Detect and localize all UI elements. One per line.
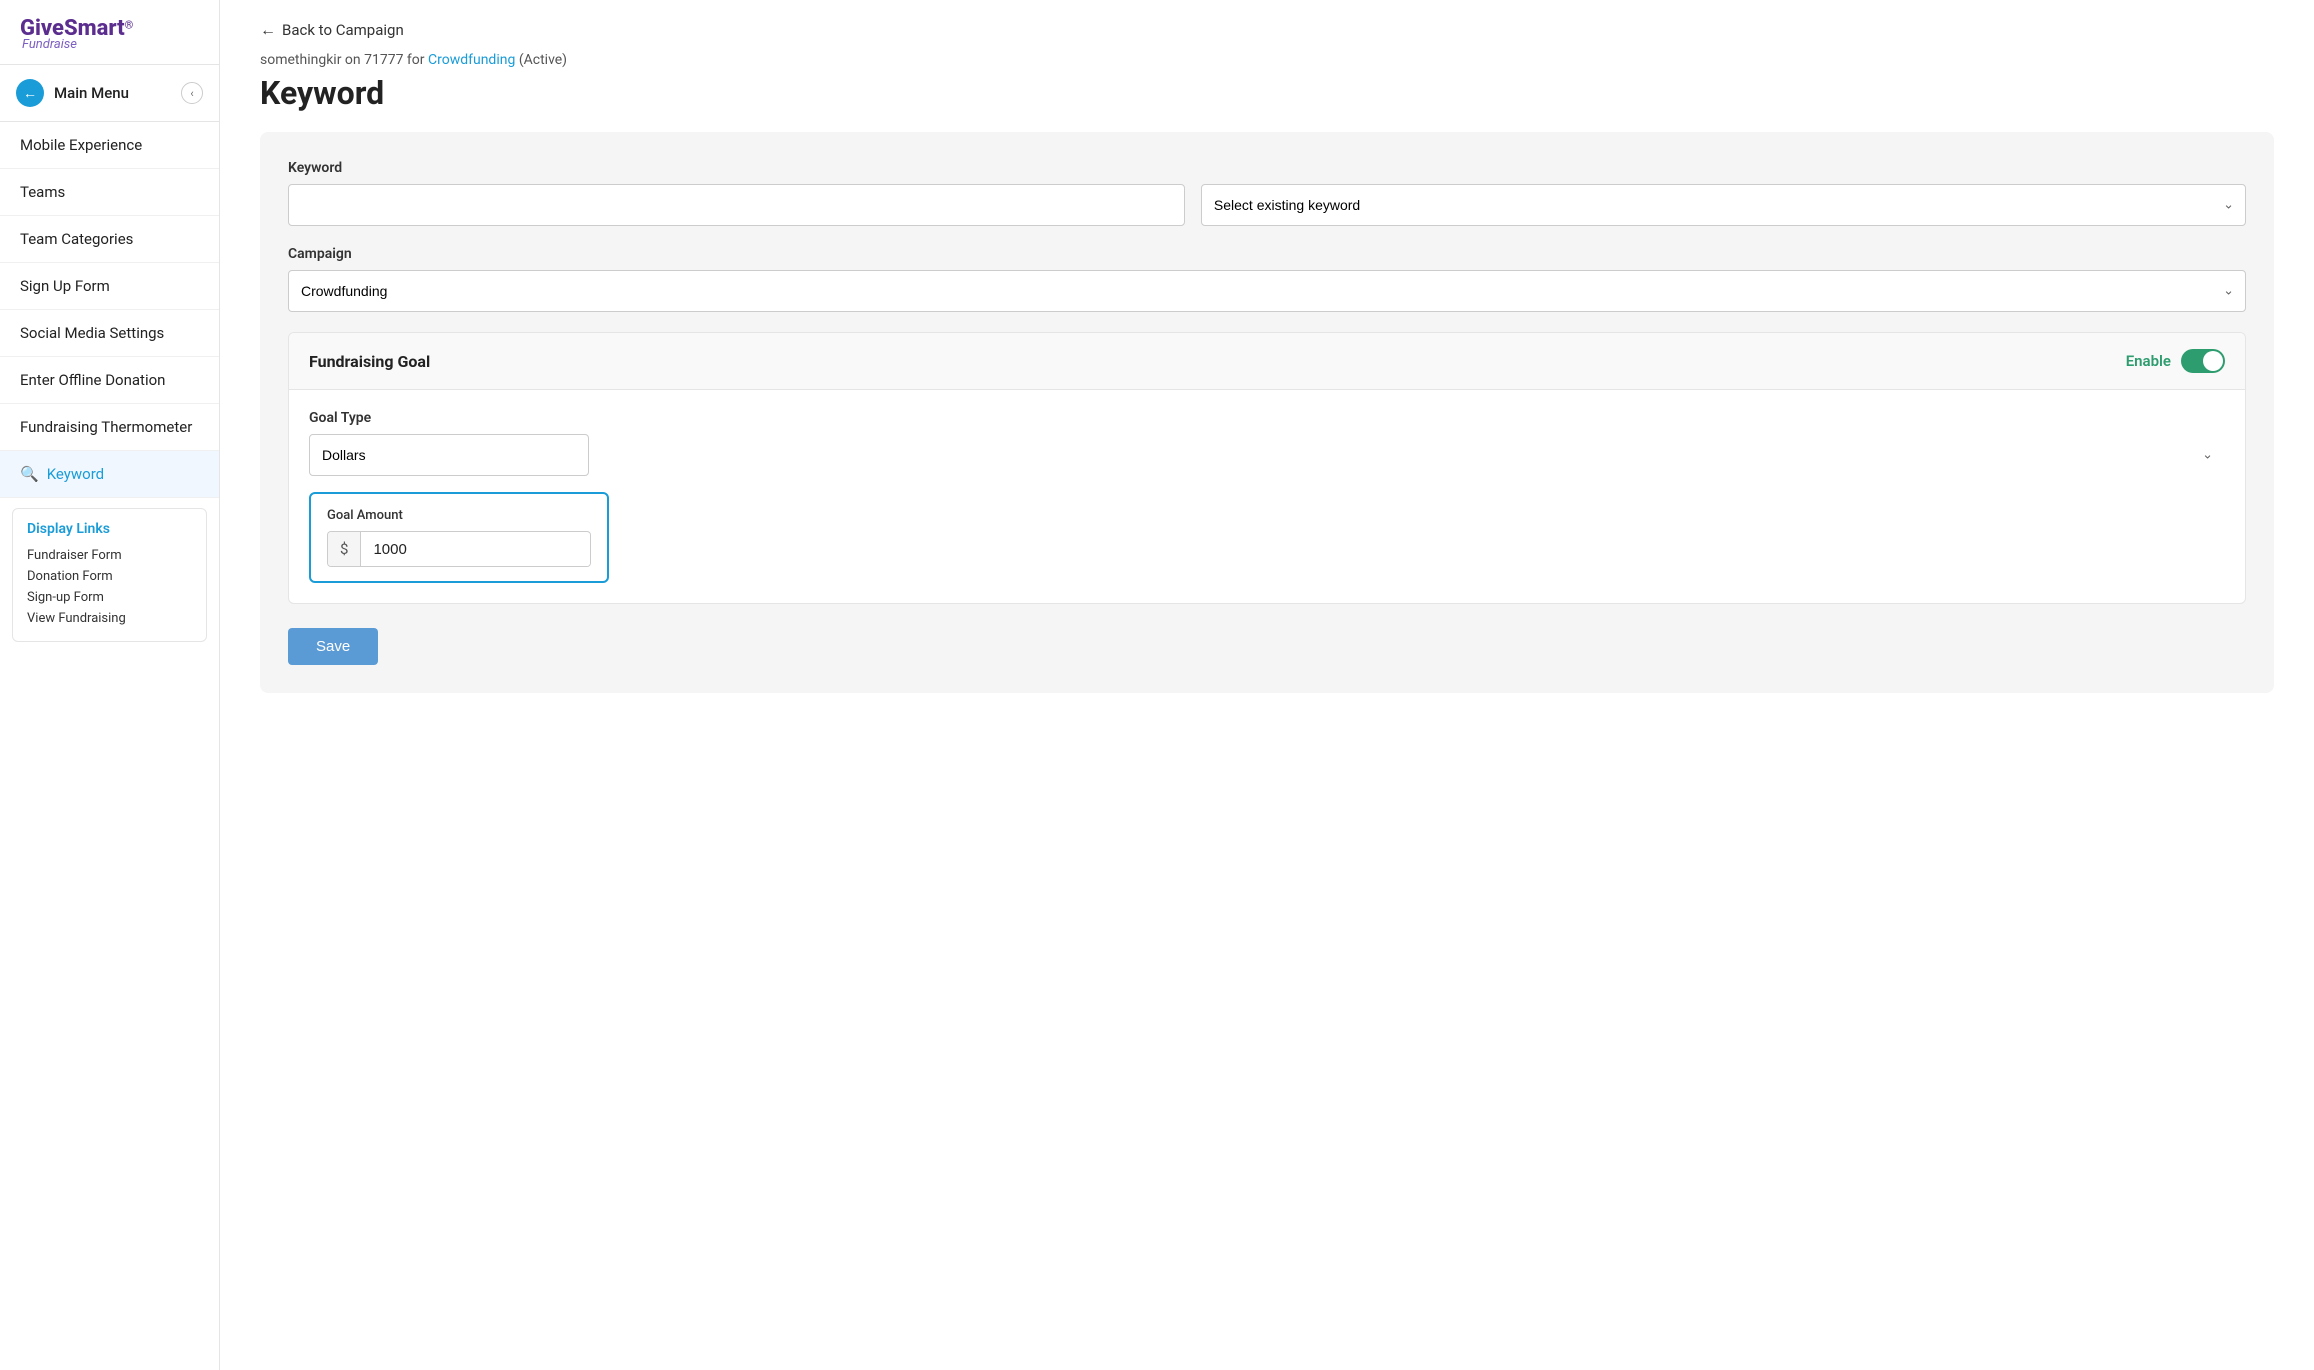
nav-item-sign-up-form[interactable]: Sign Up Form [0, 263, 219, 310]
campaign-select-wrapper: Crowdfunding ⌄ [288, 270, 2246, 312]
dollar-sign: $ [328, 532, 361, 566]
nav-item-keyword[interactable]: 🔍 Keyword [0, 451, 219, 498]
goal-type-select-wrapper: Dollars Donors ⌄ [309, 434, 2225, 476]
fundraising-goal-title: Fundraising Goal [309, 352, 430, 371]
enable-label: Enable [2126, 352, 2171, 370]
save-button[interactable]: Save [288, 628, 378, 665]
nav-item-keyword-label: Keyword [47, 465, 104, 483]
keyword-input-row: Select existing keyword ⌄ [288, 184, 2246, 226]
goal-type-label: Goal Type [309, 410, 2225, 426]
keyword-form-card: Keyword Select existing keyword ⌄ Campai… [260, 132, 2274, 693]
main-content: ← Back to Campaign somethingkir on 71777… [220, 0, 2314, 1370]
back-arrow-icon: ← [260, 20, 276, 40]
nav-item-social-media-settings[interactable]: Social Media Settings [0, 310, 219, 357]
fundraising-goal-header: Fundraising Goal Enable [289, 333, 2245, 390]
main-menu-row: ← Main Menu ‹ [0, 65, 219, 122]
page-title: Keyword [260, 74, 2274, 112]
toggle-knob [2203, 351, 2223, 371]
goal-amount-box: Goal Amount $ [309, 492, 609, 583]
fundraising-goal-body: Goal Type Dollars Donors ⌄ Goal Amount $ [289, 390, 2245, 603]
amount-input-row: $ [327, 531, 591, 567]
display-links-section: Display Links Fundraiser Form Donation F… [12, 508, 207, 642]
display-link-signup-form[interactable]: Sign-up Form [27, 587, 192, 608]
nav-item-mobile-experience[interactable]: Mobile Experience [0, 122, 219, 169]
main-menu-label: Main Menu [54, 84, 129, 102]
nav-item-team-categories[interactable]: Team Categories [0, 216, 219, 263]
goal-type-dropdown[interactable]: Dollars Donors [309, 434, 589, 476]
breadcrumb-text: somethingkir on 71777 for [260, 52, 425, 68]
main-menu-back-icon[interactable]: ← [16, 79, 44, 107]
goal-amount-label: Goal Amount [327, 508, 591, 523]
breadcrumb-status: (Active) [519, 52, 567, 68]
breadcrumb: somethingkir on 71777 for Crowdfunding (… [260, 52, 2274, 68]
display-link-donation-form[interactable]: Donation Form [27, 566, 192, 587]
campaign-field-label: Campaign [288, 246, 2246, 262]
top-bar: ← Back to Campaign somethingkir on 71777… [220, 0, 2314, 112]
goal-type-chevron-icon: ⌄ [2202, 448, 2213, 463]
back-link-text: Back to Campaign [282, 21, 404, 39]
nav-item-teams[interactable]: Teams [0, 169, 219, 216]
keyword-field-section: Keyword Select existing keyword ⌄ [288, 160, 2246, 226]
campaign-dropdown[interactable]: Crowdfunding [288, 270, 2246, 312]
goal-amount-input[interactable] [361, 533, 590, 566]
display-links-title: Display Links [27, 521, 192, 537]
keyword-search-icon: 🔍 [20, 465, 39, 483]
sidebar: GiveSmart® Fundraise ← Main Menu ‹ Mobil… [0, 0, 220, 1370]
fundraising-goal-section: Fundraising Goal Enable Goal Type Dollar… [288, 332, 2246, 604]
enable-toggle[interactable] [2181, 349, 2225, 373]
sidebar-collapse-button[interactable]: ‹ [181, 82, 203, 104]
keyword-input[interactable] [288, 184, 1185, 226]
logo-reg: ® [125, 19, 134, 32]
keyword-field-label: Keyword [288, 160, 2246, 176]
select-existing-keyword-dropdown[interactable]: Select existing keyword [1201, 184, 2246, 226]
display-link-fundraiser-form[interactable]: Fundraiser Form [27, 545, 192, 566]
enable-row: Enable [2126, 349, 2225, 373]
select-existing-keyword-wrapper: Select existing keyword ⌄ [1201, 184, 2246, 226]
nav-item-fundraising-thermometer[interactable]: Fundraising Thermometer [0, 404, 219, 451]
nav-item-enter-offline-donation[interactable]: Enter Offline Donation [0, 357, 219, 404]
goal-type-section: Goal Type Dollars Donors ⌄ [309, 410, 2225, 476]
back-to-campaign-link[interactable]: ← Back to Campaign [260, 20, 2274, 40]
display-link-view-fundraising[interactable]: View Fundraising [27, 608, 192, 629]
breadcrumb-campaign-link[interactable]: Crowdfunding [428, 52, 515, 68]
logo: GiveSmart® Fundraise [0, 0, 219, 65]
campaign-field-section: Campaign Crowdfunding ⌄ [288, 246, 2246, 312]
